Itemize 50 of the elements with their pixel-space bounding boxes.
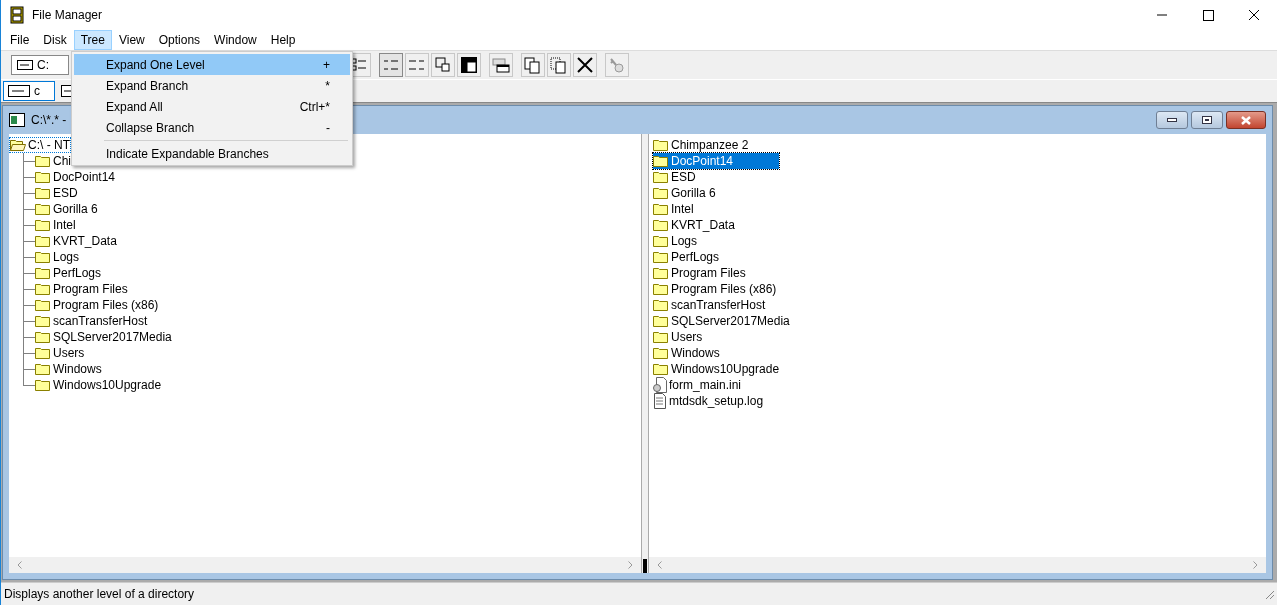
menu-item[interactable]: Expand One Level + (74, 54, 350, 75)
directory-entry[interactable]: Windows10Upgrade (35, 377, 162, 393)
window-title: File Manager (32, 8, 104, 22)
directory-entry[interactable]: C:\ - NT (9, 137, 71, 153)
menu-item[interactable]: Indicate Expandable Branches (74, 143, 350, 164)
menu-item[interactable]: Expand Branch * (74, 75, 350, 96)
directory-entry[interactable]: ESD (35, 185, 78, 201)
directory-entry[interactable]: Gorilla 6 (35, 201, 98, 217)
menu-item[interactable]: View (111, 30, 152, 50)
directory-entry[interactable]: Program Files (x86) (35, 297, 159, 313)
directory-entry[interactable]: KVRT_Data (35, 233, 117, 249)
listing-entry[interactable]: KVRT_Data (653, 217, 737, 233)
directory-entry[interactable]: SQLServer2017Media (35, 329, 172, 345)
directory-entry[interactable]: Windows (35, 361, 102, 377)
listing-entry[interactable]: DocPoint14 (653, 153, 779, 169)
listing-entry[interactable]: Windows (653, 345, 722, 361)
menu-item[interactable]: Expand All Ctrl+* (74, 96, 350, 117)
directory-window-title: C:\*.* - (31, 113, 68, 127)
menu-item[interactable]: Window (207, 30, 264, 50)
listing-entry[interactable]: Intel (653, 201, 696, 217)
menu-item[interactable]: Disk (36, 30, 74, 50)
menu-item[interactable]: Options (151, 30, 208, 50)
directory-entry[interactable]: Chi (35, 153, 71, 169)
listing-entry[interactable]: Logs (653, 233, 700, 249)
directory-entry[interactable]: Users (35, 345, 85, 361)
listing-entry[interactable]: Gorilla 6 (653, 185, 718, 201)
directory-entry[interactable]: PerfLogs (35, 265, 102, 281)
directory-entry[interactable]: Program Files (35, 281, 128, 297)
directory-entry[interactable]: DocPoint14 (35, 169, 116, 185)
directory-entry[interactable]: Intel (35, 217, 76, 233)
listing-entry[interactable]: Program Files (x86) (653, 281, 779, 297)
drive-dropdown[interactable]: C: (11, 55, 69, 75)
status-text: Displays another level of a directory (4, 587, 195, 601)
directory-entry[interactable]: scanTransferHost (35, 313, 148, 329)
menu-item[interactable]: File (3, 30, 37, 50)
menu-item[interactable]: Tree (73, 30, 112, 50)
listing-entry[interactable]: Users (653, 329, 705, 345)
drive-button[interactable]: c (3, 81, 55, 101)
listing-entry[interactable]: PerfLogs (653, 249, 722, 265)
listing-entry[interactable]: scanTransferHost (653, 297, 768, 313)
listing-entry[interactable]: Chimpanzee 2 (653, 137, 751, 153)
menu-item[interactable]: Help (263, 30, 303, 50)
listing-entry[interactable]: SQLServer2017Media (653, 313, 792, 329)
listing-entry[interactable]: Program Files (653, 265, 748, 281)
directory-entry[interactable]: Logs (35, 249, 80, 265)
listing-entry[interactable]: mtdsdk_setup.log (653, 393, 766, 409)
menu-item[interactable]: Collapse Branch - (74, 117, 350, 138)
listing-entry[interactable]: Windows10Upgrade (653, 361, 782, 377)
listing-entry[interactable]: ESD (653, 169, 698, 185)
listing-entry[interactable]: form_main.ini (653, 377, 744, 393)
